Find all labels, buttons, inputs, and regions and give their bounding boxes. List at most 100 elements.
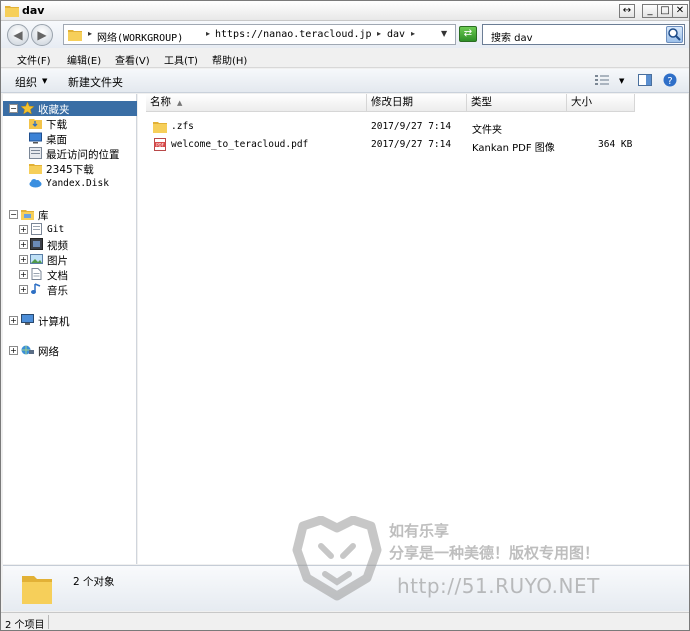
chevron-down-icon[interactable]: ▼ [619,77,624,85]
watermark-url: http://51.RUYO.NET [397,574,600,598]
address-dropdown-icon[interactable]: ▼ [441,29,447,38]
document-icon [31,268,42,280]
folder-icon [22,576,52,604]
table-row[interactable]: PDF welcome_to_teracloud.pdf 2017/9/27 7… [138,136,688,154]
watermark-line-2: 分享是一种美德！版权专用图！ [389,544,600,562]
menu-edit[interactable]: 编辑(E) [67,52,101,67]
nav-item-2345-downloads[interactable]: 2345下载 [3,161,137,176]
navigation-pane[interactable]: − 收藏夹 下载 桌面 最近访问的位置 2345下载 Yandex.Disk − [3,94,137,564]
file-type: Kankan PDF 图像 [472,143,555,154]
address-bar[interactable]: ▸ 网络(WORKGROUP) ▸ https://nanao.teraclou… [63,24,456,45]
preview-pane-icon[interactable] [638,74,652,86]
nav-favorites[interactable]: − 收藏夹 [3,101,137,116]
nav-library-git[interactable]: + Git [3,222,137,237]
nav-item-recent[interactable]: 最近访问的位置 [3,146,137,161]
column-header-size[interactable]: 大小 [567,94,635,112]
nav-library-pictures[interactable]: + 图片 [3,252,137,267]
download-folder-icon [29,119,42,129]
chevron-down-icon[interactable]: ▼ [42,77,47,85]
document-library-icon [31,223,42,235]
file-date: 2017/9/27 7:14 [371,121,452,132]
nav-item-desktop[interactable]: 桌面 [3,131,137,146]
chevron-right-icon[interactable]: ▸ [206,29,210,38]
menu-file[interactable]: 文件(F) [17,52,51,67]
cloud-icon [29,179,42,188]
address-row: ◀ ▶ ▸ 网络(WORKGROUP) ▸ https://nanao.tera… [1,21,689,48]
column-header-date[interactable]: 修改日期 [367,94,467,112]
resize-icon[interactable]: ↔ [619,4,635,18]
file-name: .zfs [171,121,194,132]
table-row[interactable]: .zfs 2017/9/27 7:14 文件夹 [138,118,688,136]
menu-tools[interactable]: 工具(T) [164,52,198,67]
folder-icon [68,30,82,41]
menu-help[interactable]: 帮助(H) [212,52,247,67]
nav-library-documents[interactable]: + 文档 [3,267,137,282]
chevron-right-icon[interactable]: ▸ [411,29,415,38]
close-button[interactable]: ✕ [672,4,688,18]
sort-up-icon: ▲ [177,99,183,107]
folder-icon [5,6,19,17]
folder-icon [29,164,42,174]
expand-icon[interactable]: + [9,346,18,355]
title-bar[interactable]: dav ↔ _ □ ✕ [1,1,689,21]
organize-button[interactable]: 组织 [15,74,37,90]
file-size: 364 KB [598,139,633,150]
network-icon [21,345,34,355]
svg-text:?: ? [667,76,672,87]
nav-network[interactable]: + 网络 [3,343,137,358]
expand-icon[interactable]: + [19,225,28,234]
search-input[interactable]: 搜索 dav [482,24,685,45]
nav-item-yandex-disk[interactable]: Yandex.Disk [3,176,137,191]
pdf-icon: PDF [154,138,166,151]
expand-icon[interactable]: + [19,255,28,264]
back-button[interactable]: ◀ [7,24,29,46]
status-divider [48,615,49,629]
folder-icon [153,122,167,133]
breadcrumb-network[interactable]: 网络(WORKGROUP) [97,29,183,44]
minimize-button[interactable]: _ [642,4,658,18]
menu-bar: 文件(F) 编辑(E) 查看(V) 工具(T) 帮助(H) [1,48,689,68]
watermark-line-1: 如有乐享 [389,522,450,540]
help-icon[interactable]: ? [663,73,677,87]
status-bar: 2 个项目 [1,612,689,631]
window-title: dav [22,4,45,17]
expand-icon[interactable]: + [19,270,28,279]
picture-icon [30,254,43,264]
breadcrumb-dav[interactable]: dav [387,29,405,40]
maximize-button[interactable]: □ [657,4,673,18]
chevron-right-icon[interactable]: ▸ [88,29,92,38]
expand-icon[interactable]: + [19,240,28,249]
expand-icon[interactable]: + [19,285,28,294]
search-icon[interactable] [666,26,683,43]
nav-libraries[interactable]: − 库 [3,207,137,222]
file-type: 文件夹 [472,125,502,136]
refresh-button[interactable]: ⇄ [459,26,477,42]
nav-library-videos[interactable]: + 视频 [3,237,137,252]
expand-icon[interactable]: + [9,316,18,325]
file-date: 2017/9/27 7:14 [371,139,452,150]
desktop-icon [29,132,42,144]
new-folder-button[interactable]: 新建文件夹 [68,74,123,90]
collapse-icon[interactable]: − [9,104,18,113]
column-header-name[interactable]: 名称 ▲ [146,94,367,112]
collapse-icon[interactable]: − [9,210,18,219]
star-icon [21,102,34,114]
menu-view[interactable]: 查看(V) [115,52,150,67]
recent-places-icon [29,147,42,159]
command-bar: 组织 ▼ 新建文件夹 ▼ ? [1,69,689,93]
computer-icon [21,314,34,325]
view-options-icon[interactable] [595,74,609,86]
column-header-type[interactable]: 类型 [467,94,567,112]
nav-library-music[interactable]: + 音乐 [3,282,137,297]
library-icon [21,210,34,220]
video-icon [30,238,43,250]
tiger-logo-icon [292,516,382,601]
chevron-right-icon[interactable]: ▸ [377,29,381,38]
svg-text:PDF: PDF [156,142,164,147]
nav-item-downloads[interactable]: 下载 [3,116,137,131]
nav-computer[interactable]: + 计算机 [3,313,137,328]
file-list[interactable]: 名称 ▲ 修改日期 类型 大小 .zfs 2017/9/27 7:14 文件夹 P… [138,94,688,564]
breadcrumb-host[interactable]: https://nanao.teracloud.jp [215,29,372,40]
forward-button[interactable]: ▶ [31,24,53,46]
file-name: welcome_to_teracloud.pdf [171,139,309,150]
